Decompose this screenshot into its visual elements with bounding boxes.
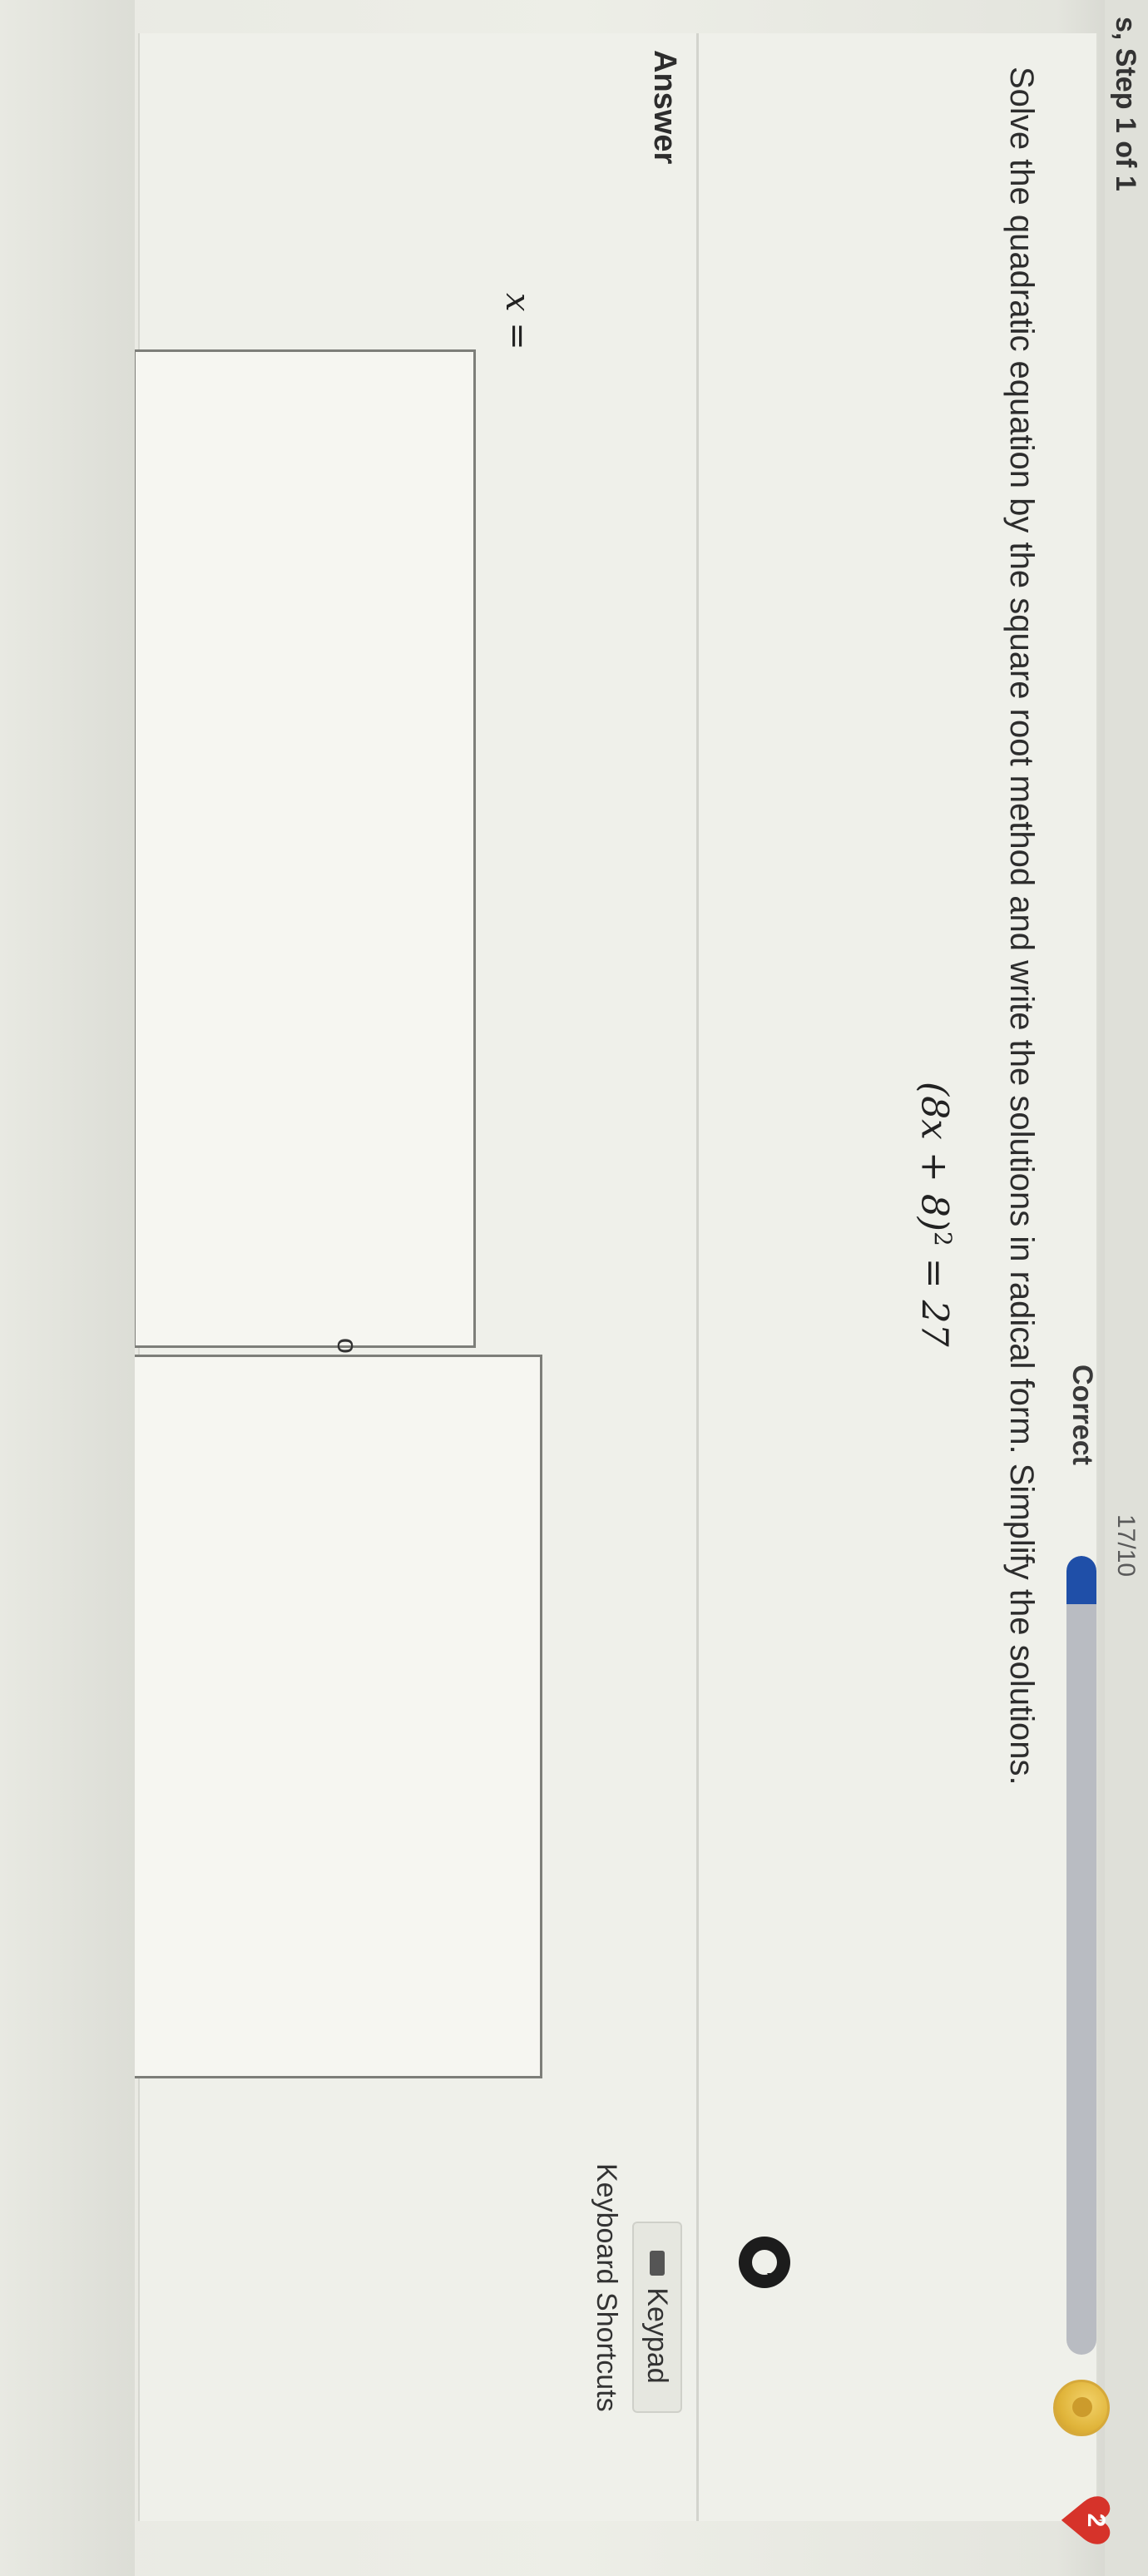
step-indicator: s, Step 1 of 1 <box>1110 17 1141 191</box>
progress-bar <box>1066 1556 1096 2355</box>
audio-icon[interactable] <box>739 2237 790 2288</box>
equation-exponent: 2 <box>929 1231 957 1246</box>
keypad-label: Keypad <box>641 2287 674 2384</box>
keyboard-icon <box>650 2251 665 2276</box>
page: s, Step 1 of 1 17/10 Correct ♥ 2 Solve t… <box>0 0 1148 2576</box>
keyboard-shortcuts-link[interactable]: Keyboard Shortcuts <box>590 2163 622 2412</box>
variable-label: x = <box>498 293 537 350</box>
screen: s, Step 1 of 1 17/10 Correct ♥ 2 Solve t… <box>0 0 1148 2576</box>
equation-main: (8x + 8) <box>913 1082 956 1231</box>
keypad-button[interactable]: Keypad <box>632 2222 682 2413</box>
question-instruction: Solve the quadratic equation by the squa… <box>1003 67 1040 1786</box>
answer-heading: Answer <box>647 50 682 165</box>
lives-count: 2 <box>1082 2513 1110 2528</box>
bottom-strip <box>0 0 135 2576</box>
answer-input-1[interactable] <box>133 349 476 1348</box>
progress-counter: 17/10 <box>1112 1514 1140 1578</box>
equation-rhs: = 27 <box>913 1246 956 1347</box>
progress-bar-fill <box>1066 1556 1096 1604</box>
equation: (8x + 8)2 = 27 <box>913 1082 957 1347</box>
top-strip: s, Step 1 of 1 17/10 <box>1105 0 1148 2576</box>
status-label: Correct <box>1066 1365 1098 1465</box>
section-divider <box>696 33 699 2521</box>
trophy-icon[interactable] <box>1053 2380 1110 2436</box>
